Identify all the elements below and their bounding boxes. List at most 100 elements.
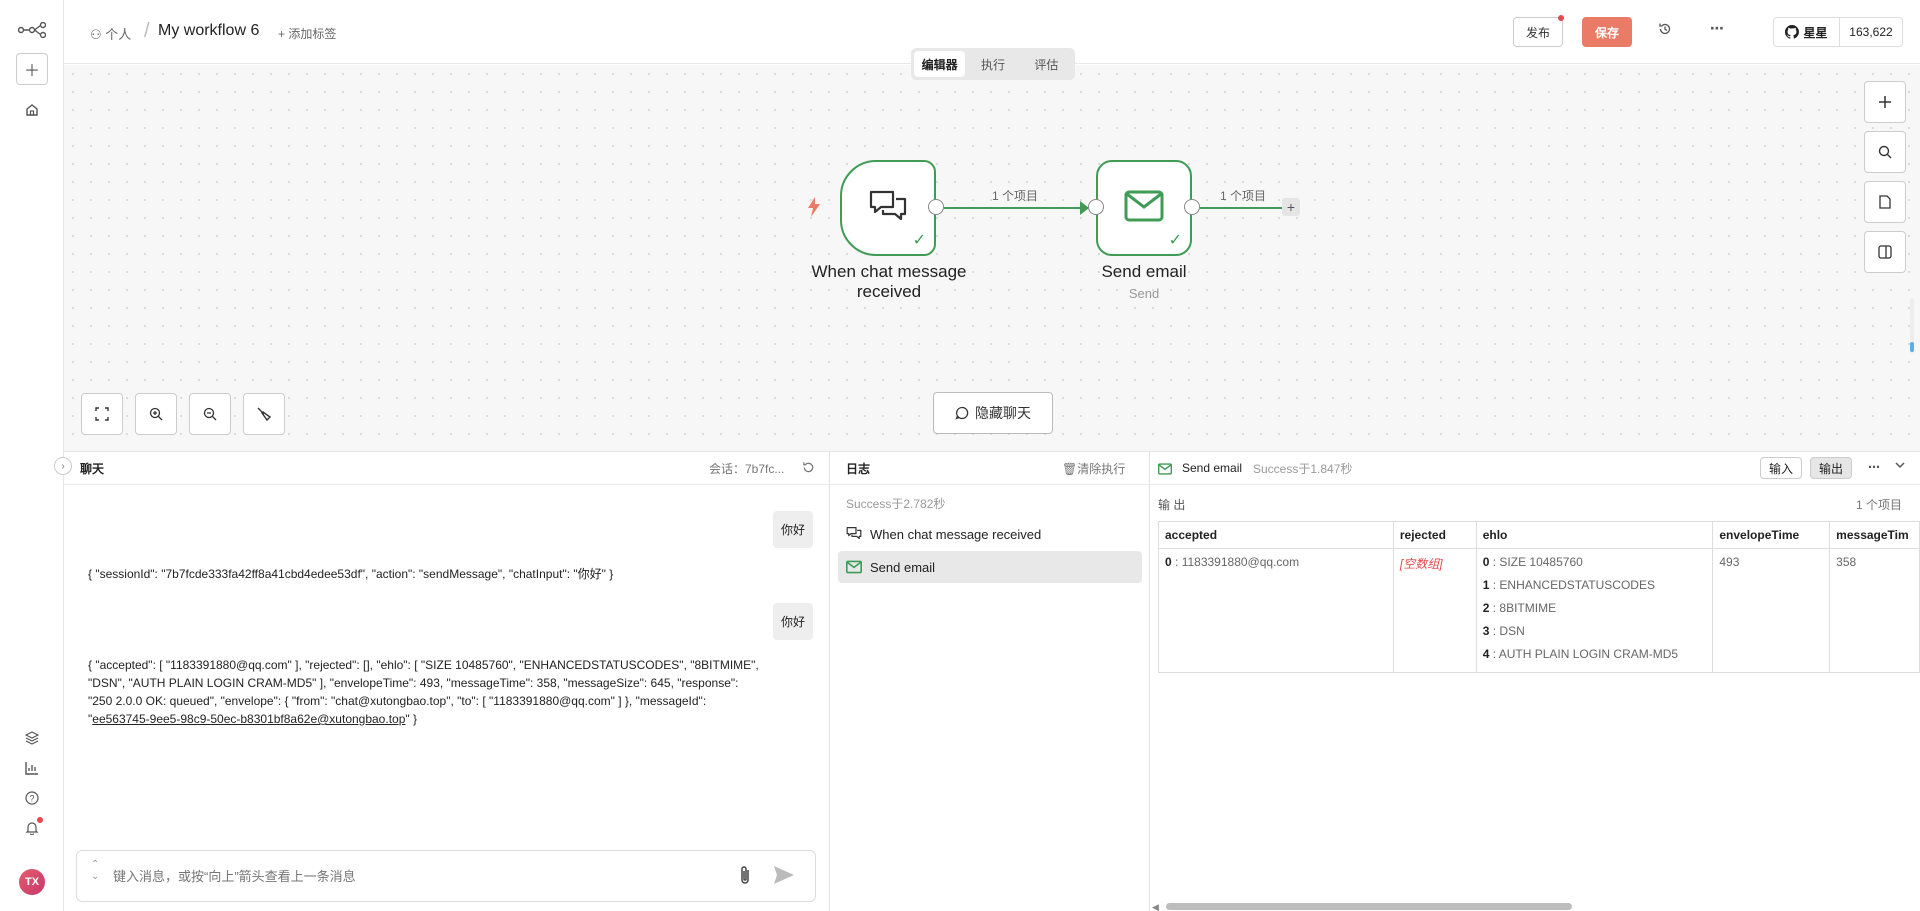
collapse-chat-button[interactable]: › (54, 457, 72, 475)
log-item[interactable]: When chat message received (838, 518, 1142, 550)
chat-bot-line: "250 2.0.0 OK: queued", "envelope": { "f… (88, 694, 707, 708)
search-button[interactable] (1864, 131, 1906, 173)
add-node-button[interactable]: + (1282, 198, 1300, 216)
horizontal-scrollbar-thumb[interactable] (1166, 903, 1572, 910)
publish-button[interactable]: 发布 (1513, 17, 1563, 47)
node-chat-trigger[interactable]: ✓ (840, 160, 936, 256)
log-title: 日志 (846, 461, 871, 476)
clear-executions-button[interactable]: 🗑清除执行 (1062, 460, 1125, 477)
node-send-email[interactable]: ✓ (1096, 160, 1192, 256)
ehlo-entry: 0 : SIZE 10485760 (1482, 555, 1583, 569)
output-item-count: 1 个项目 (1856, 498, 1903, 512)
sticky-note-button[interactable] (1864, 181, 1906, 223)
history-icon[interactable] (1658, 22, 1672, 39)
more-options-icon[interactable]: ⋯ (1710, 20, 1724, 37)
output-handle[interactable] (928, 199, 944, 215)
home-icon[interactable] (16, 94, 48, 126)
add-tag-button[interactable]: + 添加标签 (278, 25, 336, 42)
connection-item-count: 1 个项目 (992, 189, 1039, 203)
array-index: 0 (1482, 555, 1490, 569)
add-button[interactable]: ＋ (16, 53, 48, 85)
fit-view-button[interactable] (81, 393, 123, 435)
array-index: 1 (1482, 578, 1490, 592)
github-star-button[interactable]: 星星 163,622 (1773, 17, 1903, 47)
breadcrumb-personal[interactable]: ⚇ 个人 (90, 24, 131, 43)
chat-message-user: 你好 (772, 511, 813, 548)
chat-message-bot: { "sessionId": "7b7fcde333fa42ff8a41cbd4… (88, 567, 614, 581)
output-view-button[interactable]: 输出 (1810, 457, 1853, 479)
help-icon[interactable]: ? (16, 782, 48, 814)
input-handle[interactable] (1088, 199, 1104, 215)
ehlo-entry: 4 : AUTH PLAIN LOGIN CRAM-MD5 (1482, 647, 1679, 661)
view-tabs: 编辑器 执行 评估 (911, 48, 1075, 80)
workflow-name[interactable]: My workflow 6 (158, 22, 259, 40)
mail-icon (1124, 190, 1164, 225)
zoom-out-button[interactable] (189, 393, 231, 435)
sidebar: ＋ ? TX (0, 0, 64, 911)
output-status: Success于1.847秒 (1253, 461, 1353, 476)
cell-value: ENHANCEDSTATUSCODES (1499, 578, 1655, 592)
tab-evaluation[interactable]: 评估 (1021, 51, 1072, 77)
chat-title: 聊天 (80, 461, 105, 476)
send-icon[interactable] (773, 865, 795, 888)
trash-icon: 🗑 (1062, 461, 1078, 476)
chat-input-box[interactable]: ⌃ ⌄ (76, 850, 816, 902)
input-view-button[interactable]: 输入 (1760, 457, 1803, 479)
clear-executions-label: 清除执行 (1077, 461, 1126, 476)
connection-item-count: 1 个项目 (1220, 189, 1267, 203)
tab-editor[interactable]: 编辑器 (914, 51, 966, 77)
bell-icon[interactable] (16, 812, 48, 844)
table-cell: 0 : 1183391880@qq.com (1158, 548, 1394, 673)
insights-icon[interactable] (16, 752, 48, 784)
log-item-label: Send email (870, 559, 936, 575)
side-panel-button[interactable] (1864, 231, 1906, 273)
output-handle[interactable] (1184, 199, 1200, 215)
node-chat-trigger-label: When chat message received (800, 262, 978, 302)
zoom-in-button[interactable] (135, 393, 177, 435)
bottom-panel: 聊天 会话：7b7fc... › 你好 { "sessionId": "7b7f… (54, 451, 1920, 911)
tab-executions[interactable]: 执行 (967, 51, 1018, 77)
log-item[interactable]: Send email (838, 551, 1142, 583)
tidy-up-button[interactable] (243, 393, 285, 435)
mail-icon (1158, 463, 1172, 478)
column-header: messageTim (1829, 521, 1920, 549)
column-header: accepted (1158, 521, 1394, 549)
hide-chat-button[interactable]: 隐藏聊天 (933, 392, 1053, 434)
reset-session-icon[interactable] (802, 461, 815, 477)
scroll-left-icon[interactable]: ◀ (1152, 902, 1159, 911)
cell-value: DSN (1499, 624, 1525, 638)
templates-icon[interactable] (16, 722, 48, 754)
add-node-panel-button[interactable] (1864, 81, 1906, 123)
connection-line[interactable] (944, 207, 1088, 209)
chat-input[interactable] (113, 861, 713, 891)
user-icon: ⚇ (90, 27, 102, 42)
n8n-logo-icon[interactable] (16, 14, 48, 46)
output-panel-header: Send email Success于1.847秒 输入 输出 ⋯ (1150, 452, 1920, 485)
ehlo-entry: 2 : 8BITMIME (1482, 601, 1557, 615)
node-label-line: received (856, 282, 922, 301)
table-header-row: accepted rejected ehlo envelopeTime mess… (1158, 521, 1920, 549)
node-label-line: When chat message (811, 262, 967, 281)
save-button[interactable]: 保存 (1582, 17, 1632, 47)
output-table: accepted rejected ehlo envelopeTime mess… (1158, 521, 1920, 673)
output-section-label: 输 出 (1158, 498, 1186, 512)
mail-icon (846, 560, 862, 574)
chevron-down-icon[interactable] (1894, 459, 1906, 474)
more-options-icon[interactable]: ⋯ (1868, 460, 1880, 474)
breadcrumb-separator: / (144, 20, 150, 42)
output-panel: Send email Success于1.847秒 输入 输出 ⋯ 输 出 1 … (1150, 452, 1920, 911)
log-panel: 日志 🗑清除执行 Success于2.782秒 When chat messag… (830, 452, 1150, 911)
cell-value: AUTH PLAIN LOGIN CRAM-MD5 (1498, 647, 1679, 661)
history-arrows-icon[interactable]: ⌃ ⌄ (91, 859, 99, 883)
svg-text:?: ? (29, 794, 34, 804)
message-id-link[interactable]: ee563745-9ee5-98c9-50ec-b8301bf8a62e@xut… (92, 712, 405, 726)
chat-message-user: 你好 (772, 603, 813, 640)
avatar[interactable]: TX (19, 869, 45, 895)
attach-icon[interactable] (737, 865, 753, 890)
chat-bot-line: { "accepted": [ "1183391880@qq.com" ], "… (88, 658, 759, 672)
chat-panel-header: 聊天 会话：7b7fc... (64, 452, 830, 485)
panel-icon (1878, 245, 1892, 259)
success-check-icon: ✓ (1168, 232, 1182, 249)
hide-chat-label: 隐藏聊天 (975, 405, 1031, 421)
canvas-scrollbar-thumb[interactable] (1910, 342, 1914, 352)
